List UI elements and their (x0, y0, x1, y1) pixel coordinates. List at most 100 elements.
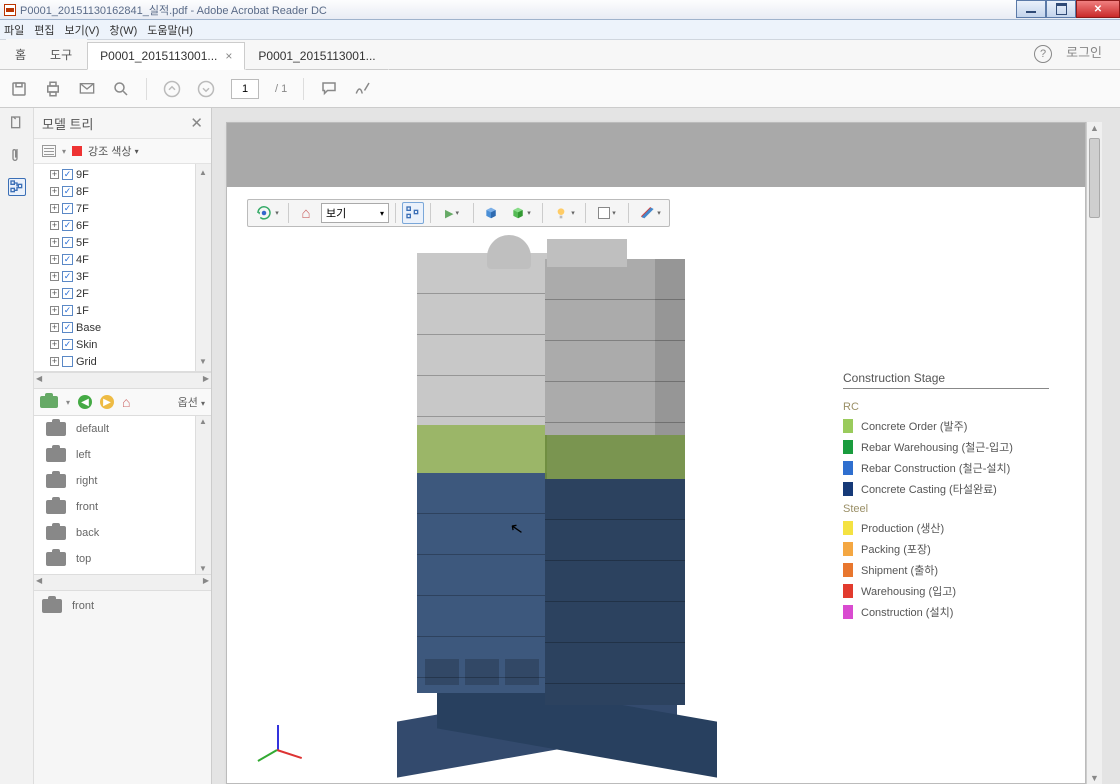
help-icon[interactable]: ? (1034, 45, 1052, 63)
tree-item[interactable]: +7F (34, 200, 211, 217)
menu-help[interactable]: 도움말(H) (147, 22, 193, 38)
tree-item[interactable]: +Skin (34, 336, 211, 353)
attachment-icon[interactable] (8, 146, 26, 164)
legend-item: Shipment (출하) (843, 562, 1049, 578)
tree-item[interactable]: +4F (34, 251, 211, 268)
document-viewer[interactable]: ▾ ⌂ 보기▾ ▶▾ ▾ ▾ ▾ ▾ (212, 108, 1120, 784)
legend-item: Production (생산) (843, 520, 1049, 536)
window-titlebar: P0001_20151130162841_실적.pdf - Adobe Acro… (0, 0, 1120, 20)
tree-horizontal-scrollbar[interactable] (34, 372, 211, 388)
tab-row: 홈 도구 P0001_2015113001... × P0001_2015113… (0, 40, 1120, 70)
background-button[interactable]: ▾ (592, 202, 622, 224)
pdf-page[interactable]: ▾ ⌂ 보기▾ ▶▾ ▾ ▾ ▾ ▾ (226, 122, 1086, 784)
print-icon[interactable] (44, 80, 62, 98)
3d-toolbar: ▾ ⌂ 보기▾ ▶▾ ▾ ▾ ▾ ▾ (247, 199, 670, 227)
tree-item[interactable]: +Grid (34, 353, 211, 370)
cross-section-button[interactable]: ▾ (635, 202, 665, 224)
window-maximize-button[interactable] (1046, 0, 1076, 18)
legend: Construction Stage RCConcrete Order (발주)… (843, 371, 1049, 625)
view-item[interactable]: front (34, 494, 211, 520)
legend-group: RC (843, 401, 1049, 413)
tree-item[interactable]: +Base (34, 319, 211, 336)
tree-item[interactable]: +2F (34, 285, 211, 302)
close-panel-icon[interactable]: ✕ (190, 114, 203, 132)
view-forward-icon[interactable]: ▶ (100, 395, 114, 409)
axis-gizmo[interactable] (265, 717, 305, 757)
document-tab-label: P0001_2015113001... (100, 49, 217, 63)
legend-item: Concrete Order (발주) (843, 418, 1049, 434)
menu-view[interactable]: 보기(V) (65, 22, 100, 38)
home-view-icon[interactable]: ⌂ (122, 394, 130, 410)
render-mode-button[interactable]: ▾ (506, 202, 536, 224)
thumbnails-icon[interactable] (8, 114, 26, 132)
page-total: / 1 (275, 83, 287, 95)
rotate-tool-button[interactable]: ▾ (252, 202, 282, 224)
document-tab-active[interactable]: P0001_2015113001... × (87, 42, 245, 70)
page-down-icon[interactable] (197, 80, 215, 98)
view-item[interactable]: right (34, 468, 211, 494)
view-item[interactable]: top (34, 546, 211, 572)
window-minimize-button[interactable] (1016, 0, 1046, 18)
list-options-icon[interactable] (42, 145, 56, 157)
views-horizontal-scrollbar[interactable] (34, 574, 211, 590)
document-tab-label: P0001_2015113001... (258, 49, 375, 63)
isometric-button[interactable] (480, 202, 502, 224)
login-link[interactable]: 로그인 (1066, 42, 1102, 61)
view-select[interactable]: 보기▾ (321, 203, 389, 223)
model-tree-toggle-button[interactable] (402, 202, 424, 224)
lighting-button[interactable]: ▾ (549, 202, 579, 224)
tree-item[interactable]: +8F (34, 183, 211, 200)
views-toolbar: ▾ ◀ ▶ ⌂ 옵션 ▾ (34, 388, 211, 416)
tree-item[interactable]: +9F (34, 166, 211, 183)
model-tree-list[interactable]: +9F+8F+7F+6F+5F+4F+3F+2F+1F+Base+Skin+Gr… (34, 164, 211, 372)
sign-icon[interactable] (354, 80, 372, 98)
save-icon[interactable] (10, 80, 28, 98)
current-view-row: front (34, 590, 211, 620)
legend-item: Rebar Construction (철근-설치) (843, 460, 1049, 476)
tree-item[interactable]: +6F (34, 217, 211, 234)
view-item[interactable]: left (34, 442, 211, 468)
window-close-button[interactable] (1076, 0, 1120, 18)
legend-group: Steel (843, 503, 1049, 515)
views-vertical-scrollbar[interactable] (195, 416, 211, 574)
tree-item[interactable]: +5F (34, 234, 211, 251)
email-icon[interactable] (78, 80, 96, 98)
play-button[interactable]: ▶▾ (437, 202, 467, 224)
menubar[interactable]: 파일 편집 보기(V) 창(W) 도움말(H) (0, 20, 1120, 40)
legend-item: Construction (설치) (843, 604, 1049, 620)
viewer-vertical-scrollbar[interactable] (1086, 122, 1102, 784)
legend-item: Packing (포장) (843, 541, 1049, 557)
view-item[interactable]: back (34, 520, 211, 546)
model-tree-panel: 모델 트리 ✕ ▾ 강조 색상▾ +9F+8F+7F+6F+5F+4F+3F+2… (34, 108, 212, 784)
view-options-dropdown[interactable]: 옵션 ▾ (178, 394, 205, 410)
tab-home[interactable]: 홈 (6, 39, 35, 69)
document-tab-inactive[interactable]: P0001_2015113001... (245, 42, 388, 70)
menu-file[interactable]: 파일 (4, 22, 24, 38)
model-tree-icon[interactable] (8, 178, 26, 196)
menu-window[interactable]: 창(W) (109, 22, 137, 38)
legend-item: Rebar Warehousing (철근-입고) (843, 439, 1049, 455)
legend-item: Concrete Casting (타설완료) (843, 481, 1049, 497)
home-button[interactable]: ⌂ (295, 202, 317, 224)
highlight-color-swatch[interactable] (72, 146, 82, 156)
tree-vertical-scrollbar[interactable] (195, 164, 211, 371)
camera-icon[interactable] (40, 396, 58, 408)
pdf-icon (4, 4, 16, 16)
page-up-icon[interactable] (163, 80, 181, 98)
comment-icon[interactable] (320, 80, 338, 98)
3d-building-model[interactable] (397, 243, 697, 753)
tab-tools[interactable]: 도구 (35, 39, 87, 69)
tree-item[interactable]: +3F (34, 268, 211, 285)
view-item[interactable]: default (34, 416, 211, 442)
tree-item[interactable]: +1F (34, 302, 211, 319)
highlight-color-dropdown[interactable]: 강조 색상▾ (88, 143, 139, 159)
page-number-input[interactable] (231, 79, 259, 99)
view-back-icon[interactable]: ◀ (78, 395, 92, 409)
close-tab-icon[interactable]: × (225, 49, 232, 63)
menu-edit[interactable]: 편집 (34, 22, 54, 38)
camera-icon (42, 599, 62, 613)
views-list[interactable]: defaultleftrightfrontbacktop (34, 416, 211, 574)
search-icon[interactable] (112, 80, 130, 98)
main-toolbar: / 1 (0, 70, 1120, 108)
model-tree-title: 모델 트리 (42, 114, 93, 133)
